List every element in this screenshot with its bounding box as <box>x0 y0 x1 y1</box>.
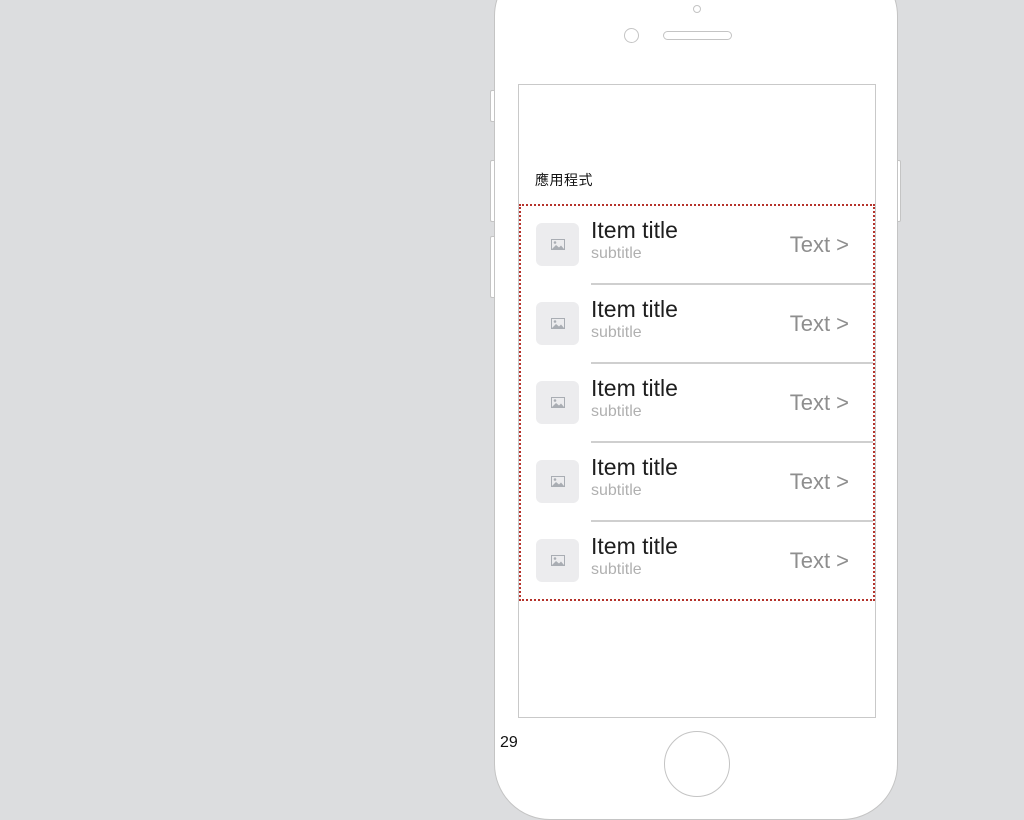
item-subtitle: subtitle <box>591 324 642 341</box>
accessory-text: Text <box>789 311 831 336</box>
item-accessory: Text > <box>790 390 849 416</box>
phone-screen: 應用程式 Item title subtitle Text > Item titl… <box>518 84 876 718</box>
list-item[interactable]: Item title subtitle Text > <box>521 206 873 285</box>
accessory-text: Text <box>789 548 831 573</box>
proximity-sensor <box>693 5 701 13</box>
list-group: Item title subtitle Text > Item title sub… <box>519 204 875 601</box>
earpiece-speaker <box>663 31 732 40</box>
chevron-right-icon: > <box>836 469 849 494</box>
accessory-text: Text <box>789 469 831 494</box>
item-title: Item title <box>591 217 678 243</box>
accessory-text: Text <box>789 390 831 415</box>
image-placeholder-icon <box>536 460 579 503</box>
list-item[interactable]: Item title subtitle Text > <box>521 522 873 601</box>
item-title: Item title <box>591 375 678 401</box>
item-subtitle: subtitle <box>591 561 642 578</box>
item-accessory: Text > <box>790 232 849 258</box>
item-title: Item title <box>591 454 678 480</box>
item-subtitle: subtitle <box>591 482 642 499</box>
image-placeholder-icon <box>536 223 579 266</box>
list-item[interactable]: Item title subtitle Text > <box>521 364 873 443</box>
item-accessory: Text > <box>790 469 849 495</box>
item-subtitle: subtitle <box>591 245 642 262</box>
chevron-right-icon: > <box>836 311 849 336</box>
item-title: Item title <box>591 296 678 322</box>
home-button <box>664 731 730 797</box>
image-placeholder-icon <box>536 302 579 345</box>
item-title: Item title <box>591 533 678 559</box>
image-placeholder-icon <box>536 539 579 582</box>
chevron-right-icon: > <box>836 232 849 257</box>
accessory-text: Text <box>789 232 831 257</box>
list-item[interactable]: Item title subtitle Text > <box>521 285 873 364</box>
image-placeholder-icon <box>536 381 579 424</box>
front-camera-icon <box>624 28 639 43</box>
item-subtitle: subtitle <box>591 403 642 420</box>
chevron-right-icon: > <box>836 548 849 573</box>
item-accessory: Text > <box>790 311 849 337</box>
section-header: 應用程式 <box>535 173 593 189</box>
page-number: 29 <box>500 734 518 751</box>
item-accessory: Text > <box>790 548 849 574</box>
list-item[interactable]: Item title subtitle Text > <box>521 443 873 522</box>
chevron-right-icon: > <box>836 390 849 415</box>
